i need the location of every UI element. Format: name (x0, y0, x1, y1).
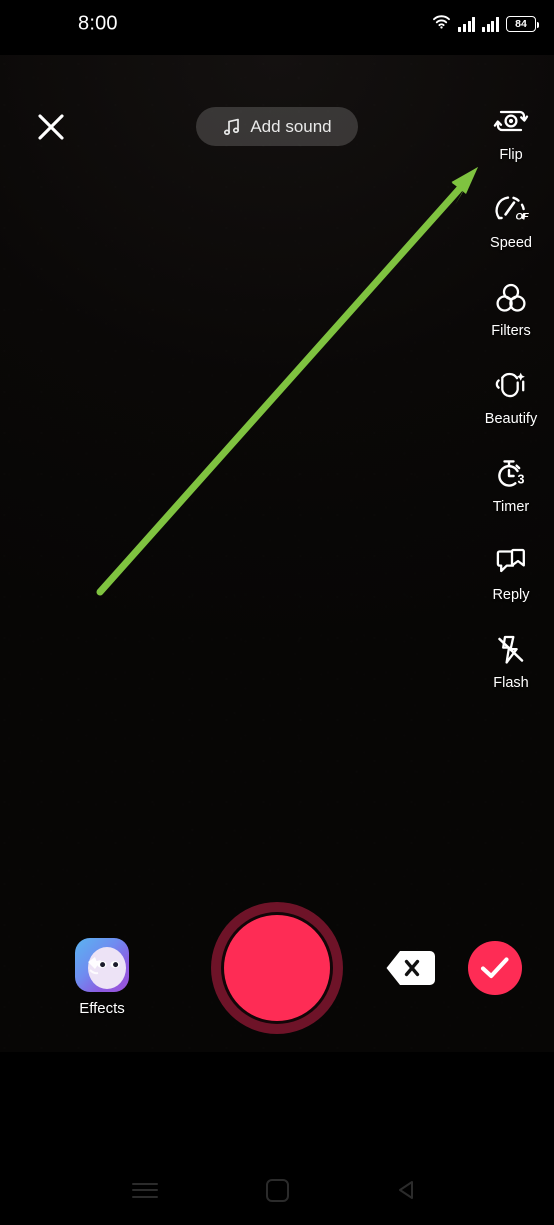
add-sound-label: Add sound (250, 116, 332, 136)
nav-recents-button[interactable] (120, 1170, 170, 1210)
tool-label: Filters (491, 323, 531, 339)
hamburger-icon (132, 1178, 158, 1202)
tool-beautify[interactable]: Beautify (468, 364, 554, 452)
timer-state-text: 3 (518, 473, 525, 487)
status-bar-indicators: 84 (432, 14, 539, 34)
signal-icon (482, 16, 499, 32)
tool-label: Speed (490, 235, 532, 251)
status-bar-clock: 8:00 (78, 12, 118, 35)
nav-home-button[interactable] (252, 1170, 302, 1210)
signal-icon (458, 16, 476, 32)
phone-screen: 8:00 84 Add sound Flip OF Speed Filters … (0, 0, 554, 1225)
check-icon (480, 957, 509, 979)
tool-label: Flash (493, 675, 529, 691)
music-note-icon (224, 118, 240, 135)
filters-circles-icon (492, 279, 530, 317)
tool-reply[interactable]: Reply (468, 540, 554, 628)
tool-flip[interactable]: Flip (468, 100, 554, 188)
speed-state-text: OFF (516, 212, 530, 223)
flash-off-icon (492, 631, 530, 669)
home-square-icon (265, 1178, 289, 1202)
effects-face-icon (75, 938, 129, 992)
tool-timer[interactable]: 3 Timer (468, 452, 554, 540)
tool-label: Timer (492, 499, 530, 515)
android-nav-bar (0, 1155, 554, 1225)
effects-label: Effects (79, 1000, 125, 1017)
record-button-core (224, 915, 330, 1021)
tool-label: Beautify (484, 411, 538, 427)
backspace-x-icon (386, 951, 435, 985)
back-triangle-icon (399, 1181, 413, 1199)
confirm-button[interactable] (468, 941, 522, 995)
battery-level: 84 (515, 17, 527, 30)
status-bar: 8:00 84 (0, 0, 554, 55)
tool-label: Reply (492, 587, 530, 603)
tool-flash[interactable]: Flash (468, 628, 554, 716)
record-button-gap (221, 912, 333, 1024)
delete-clip-button[interactable] (385, 950, 437, 986)
record-button[interactable] (211, 902, 343, 1034)
battery-icon: 84 (506, 16, 539, 32)
stopwatch-icon: 3 (492, 455, 530, 493)
beautify-face-icon (492, 367, 530, 405)
reply-bubble-icon (492, 543, 530, 581)
tool-speed[interactable]: OFF Speed (468, 188, 554, 276)
add-sound-button[interactable]: Add sound (196, 107, 358, 146)
close-icon (38, 114, 64, 140)
camera-flip-icon (492, 103, 530, 141)
close-button[interactable] (33, 109, 69, 145)
nav-back-button[interactable] (382, 1170, 432, 1210)
tool-filters[interactable]: Filters (468, 276, 554, 364)
wifi-icon (432, 14, 451, 34)
tool-label: Flip (499, 147, 523, 163)
speedometer-icon: OFF (492, 191, 530, 229)
camera-tool-rail: Flip OFF Speed (468, 100, 554, 716)
effects-button[interactable]: Effects (74, 938, 130, 1016)
